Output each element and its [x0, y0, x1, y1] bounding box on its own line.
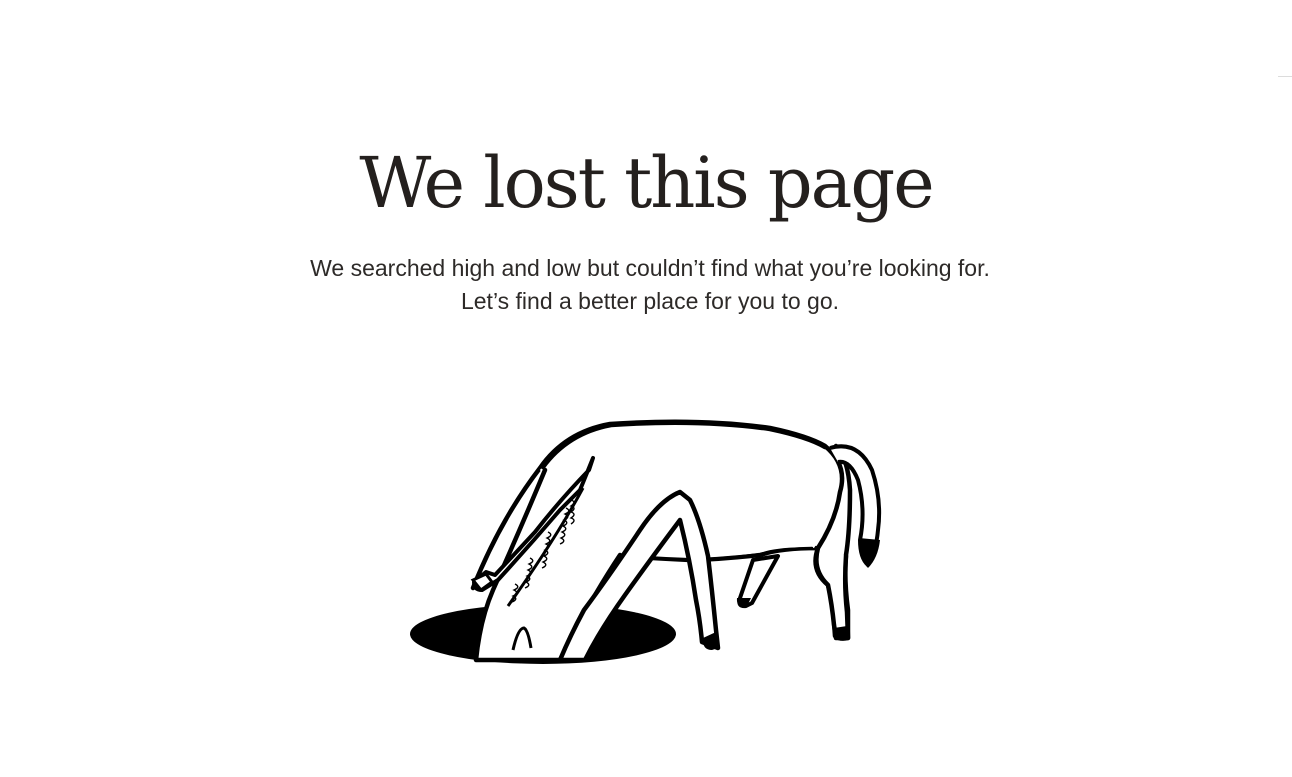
- page-title: We lost this page: [359, 142, 934, 224]
- not-found-page: We lost this page We searched high and l…: [0, 0, 1292, 777]
- hind-leg: [814, 545, 851, 641]
- divider: [1278, 76, 1292, 77]
- error-message: We searched high and low but couldn’t fi…: [310, 255, 990, 314]
- anteater-in-hole-illustration: [410, 419, 882, 664]
